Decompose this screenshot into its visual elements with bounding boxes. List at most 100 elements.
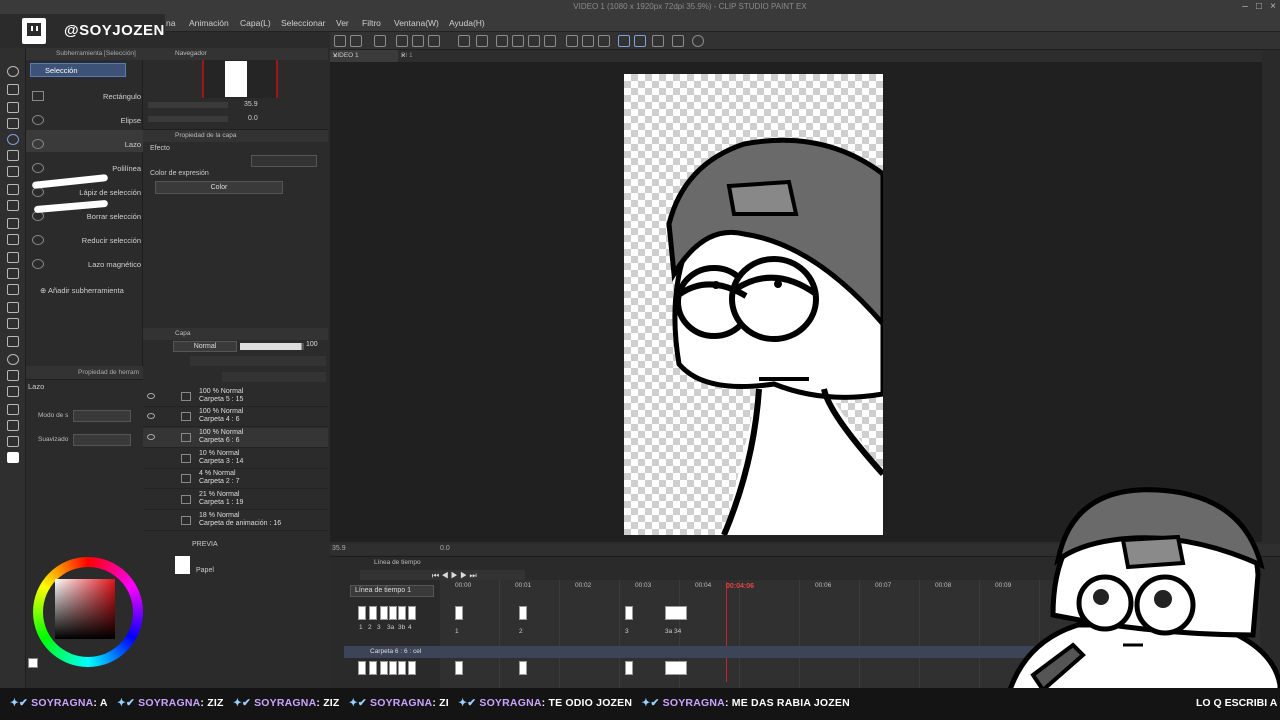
effect-buttons[interactable] xyxy=(251,155,317,167)
figure-tool-icon[interactable] xyxy=(7,336,19,347)
eraser-tool-icon[interactable] xyxy=(7,268,19,279)
vertical-scrollbar[interactable] xyxy=(1262,50,1280,545)
move-tool-icon[interactable] xyxy=(7,84,19,95)
crop-icon[interactable] xyxy=(544,35,556,47)
operation-tool-icon[interactable] xyxy=(7,102,19,113)
subtool-shrink-selection[interactable]: Reducir selección xyxy=(26,230,143,252)
new-icon[interactable] xyxy=(350,35,362,47)
balloon-tool-icon[interactable] xyxy=(7,420,19,431)
menu-icon[interactable] xyxy=(334,35,346,47)
keyframe-cel[interactable] xyxy=(625,606,633,620)
subtool-lasso[interactable]: Lazo xyxy=(26,134,143,156)
correct-line-tool-icon[interactable] xyxy=(7,436,19,447)
saturation-value-square[interactable] xyxy=(55,579,115,639)
minimize-icon[interactable]: – xyxy=(1238,0,1252,14)
blend-mode-dropdown[interactable]: Normal xyxy=(173,341,237,352)
layer-toolbar-2[interactable] xyxy=(222,372,326,382)
cel-thumb[interactable] xyxy=(369,606,377,620)
layer-row[interactable]: 100 % Normal Carpeta 4 : 6 xyxy=(143,407,328,427)
layer-row[interactable]: 4 % Normal Carpeta 2 : 7 xyxy=(143,469,328,489)
layer-row[interactable]: 18 % Normal Carpeta de animación : 16 xyxy=(143,511,328,531)
keyframe-cel[interactable] xyxy=(455,606,463,620)
decoration-tool-icon[interactable] xyxy=(7,252,19,263)
menu-item-filter[interactable]: Filtro xyxy=(362,18,381,28)
cel-thumb[interactable] xyxy=(389,661,397,675)
keyframe-cel[interactable] xyxy=(455,661,463,675)
layer-toolbar[interactable] xyxy=(190,356,326,366)
subtool-magnetic-lasso[interactable]: Lazo magnético xyxy=(26,254,143,276)
tab-document-2[interactable]: PI 1 × xyxy=(398,50,460,62)
artboard[interactable] xyxy=(624,74,883,535)
cel-thumb[interactable] xyxy=(408,606,416,620)
keyframe-cel[interactable] xyxy=(665,606,687,620)
menu-item-partial[interactable]: na xyxy=(166,18,175,28)
snap-ruler-icon[interactable] xyxy=(634,35,646,47)
undo-icon[interactable] xyxy=(458,35,470,47)
cel-thumb[interactable] xyxy=(408,661,416,675)
open-icon[interactable] xyxy=(374,35,386,47)
wand-tool-icon[interactable] xyxy=(7,150,19,161)
gradient-tool-icon[interactable] xyxy=(7,318,19,329)
eye-icon[interactable] xyxy=(147,393,155,399)
layer-row[interactable]: 21 % Normal Carpeta 1 : 19 xyxy=(143,490,328,510)
selection-mode-buttons[interactable] xyxy=(73,410,131,422)
maximize-icon[interactable]: □ xyxy=(1252,0,1266,14)
export-icon[interactable] xyxy=(412,35,424,47)
layer-row[interactable]: 100 % Normal Carpeta 5 : 15 xyxy=(143,387,328,407)
keyframe-cel[interactable] xyxy=(519,661,527,675)
cel-thumb[interactable] xyxy=(389,606,397,620)
ellipse-tool-icon[interactable] xyxy=(7,354,19,365)
smoothing-buttons[interactable] xyxy=(73,434,131,446)
eye-icon[interactable] xyxy=(147,434,155,440)
eyedropper-icon[interactable] xyxy=(7,166,19,177)
menu-item-animation[interactable]: Animación xyxy=(189,18,229,28)
add-subtool-button[interactable]: ⊕ Añadir subherramienta xyxy=(40,286,124,295)
cel-thumb[interactable] xyxy=(358,606,366,620)
transform-icon[interactable] xyxy=(512,35,524,47)
pen-tool-icon[interactable] xyxy=(7,184,19,195)
settings-icon[interactable] xyxy=(496,35,508,47)
reference-icon[interactable] xyxy=(672,35,684,47)
expression-color-dropdown[interactable]: Color xyxy=(155,181,283,194)
keyframe-cel[interactable] xyxy=(665,661,687,675)
pen-pressure-icon[interactable] xyxy=(652,35,664,47)
subtool-group-selection[interactable]: Selección xyxy=(30,63,126,77)
menu-item-select[interactable]: Seleccionar xyxy=(281,18,325,28)
ruler-tool-icon[interactable] xyxy=(7,386,19,397)
menu-item-view[interactable]: Ver xyxy=(336,18,349,28)
grid-icon[interactable] xyxy=(566,35,578,47)
pencil-tool-icon[interactable] xyxy=(7,200,19,211)
playhead[interactable] xyxy=(726,582,727,682)
cel-thumb[interactable] xyxy=(380,606,388,620)
fill-icon[interactable] xyxy=(528,35,540,47)
cel-thumb[interactable] xyxy=(380,661,388,675)
opacity-slider[interactable] xyxy=(240,343,304,350)
cel-thumb[interactable] xyxy=(398,606,406,620)
lasso-tool-icon[interactable] xyxy=(7,134,19,145)
companion-icon[interactable] xyxy=(692,35,704,47)
ruler-icon[interactable] xyxy=(582,35,594,47)
rotation-slider[interactable] xyxy=(148,116,228,122)
frame-tool-icon[interactable] xyxy=(7,370,19,381)
cel-thumb[interactable] xyxy=(358,661,366,675)
save-icon[interactable] xyxy=(396,35,408,47)
airbrush-tool-icon[interactable] xyxy=(7,234,19,245)
layer-move-icon[interactable] xyxy=(7,118,19,129)
brush-tool-icon[interactable] xyxy=(7,218,19,229)
snap-icon[interactable] xyxy=(618,35,630,47)
menu-item-layer[interactable]: Capa(L) xyxy=(240,18,271,28)
zoom-tool-icon[interactable] xyxy=(7,66,19,77)
main-color-swatch[interactable] xyxy=(7,452,19,463)
tab-video-1[interactable]: VIDEO 1 × xyxy=(330,50,398,62)
playback-controls[interactable]: ⏮ ◀ ▶ ▶ ⏭ xyxy=(432,571,496,580)
layer-row[interactable]: 10 % Normal Carpeta 3 : 14 xyxy=(143,449,328,469)
timeline-dropdown[interactable]: Línea de tiempo 1 xyxy=(350,585,434,597)
subtool-ellipse[interactable]: Elipse xyxy=(26,110,143,132)
main-color-chip[interactable] xyxy=(28,658,38,668)
fill-tool-icon[interactable] xyxy=(7,302,19,313)
eye-icon[interactable] xyxy=(147,413,155,419)
menu-item-window[interactable]: Ventana(W) xyxy=(394,18,439,28)
keyframe-cel[interactable] xyxy=(625,661,633,675)
redo-icon[interactable] xyxy=(476,35,488,47)
menu-item-help[interactable]: Ayuda(H) xyxy=(449,18,485,28)
